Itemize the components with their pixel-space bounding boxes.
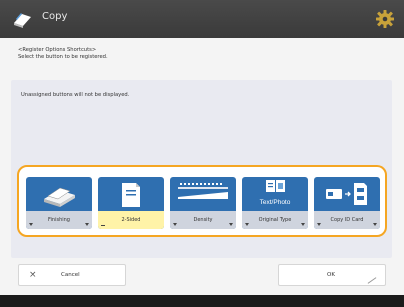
corner-mark-icon [245,223,249,226]
corner-mark-icon [29,223,33,226]
copy-app-icon [14,13,31,28]
shortcut-label: 2-Sided [98,211,164,229]
gear-icon[interactable] [375,9,395,29]
shortcut-label: Original Type [242,211,308,229]
shortcut-label: Density [170,211,236,229]
corner-mark-icon [373,223,377,226]
instructions: <Register Options Shortcuts> Select the … [18,47,108,61]
corner-mark-icon [101,224,105,226]
shortcut-tray: Finishing 2-Sided Density Text/Photo Ori… [17,165,387,237]
shortcut-label: Copy ID Card [314,211,380,229]
corner-mark-icon [229,223,233,226]
corner-mark-icon [301,223,305,226]
corner-mark-icon [85,223,89,226]
text-photo-caption: Text/Photo [260,199,291,206]
two-sided-icon [122,183,140,207]
finishing-icon [44,187,75,207]
shortcut-panel: Unassigned buttons will not be displayed… [11,80,392,258]
corner-mark-icon [317,223,321,226]
shortcut-2-sided-button[interactable]: 2-Sided [98,177,164,229]
text-photo-icon: Text/Photo [260,180,291,206]
shortcut-label: Finishing [26,211,92,229]
shortcut-copy-id-card-button[interactable]: Copy ID Card [314,177,380,229]
shortcut-original-type-button[interactable]: Text/Photo Original Type [242,177,308,229]
shortcut-finishing-button[interactable]: Finishing [26,177,92,229]
panel-note: Unassigned buttons will not be displayed… [21,92,130,98]
id-card-icon [326,183,367,205]
bottom-bar [0,257,404,307]
corner-mark-icon [173,223,177,226]
shortcut-density-button[interactable]: Density [170,177,236,229]
instructions-text: Select the button to be registered. [18,54,108,60]
title-bar: Copy [0,0,404,38]
instructions-heading: <Register Options Shortcuts> [18,47,97,53]
density-icon [178,183,228,199]
window-title: Copy [42,11,68,22]
